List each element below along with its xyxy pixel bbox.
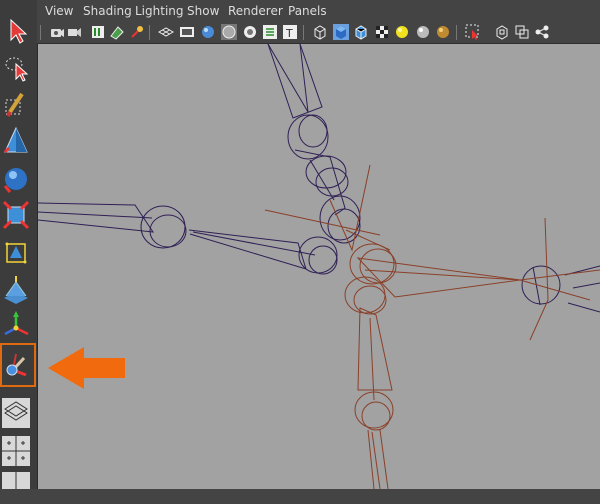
backface-culling-icon[interactable] (534, 24, 550, 40)
menu-panels[interactable]: Panels (288, 4, 327, 18)
menu-show[interactable]: Show (187, 4, 219, 18)
rotate-tool-icon[interactable] (2, 162, 30, 196)
toolbar-separator (149, 25, 150, 40)
callout-arrow (48, 347, 125, 389)
menu-renderer[interactable]: Renderer (228, 4, 283, 18)
panel-menubar: View Shading Lighting Show Renderer Pane… (37, 0, 600, 22)
show-manipulator-icon[interactable] (2, 308, 30, 342)
outliner-layout-icon[interactable] (2, 470, 30, 504)
perspective-viewport[interactable] (38, 44, 600, 489)
toolbar-separator (456, 25, 457, 40)
gate-mask-icon[interactable] (221, 24, 237, 40)
selected-skeleton[interactable] (38, 44, 600, 313)
joint-tool-highlight (0, 343, 36, 387)
menu-lighting[interactable]: Lighting (135, 4, 184, 18)
move-tool-icon[interactable] (2, 124, 30, 158)
wireframe-icon[interactable] (312, 24, 328, 40)
scale-tool-icon[interactable] (2, 198, 30, 232)
toolbox (0, 0, 38, 489)
isolate-select-icon[interactable] (465, 24, 481, 40)
toolbar-separator (303, 25, 304, 40)
camera-attributes-icon[interactable] (67, 24, 83, 40)
resolution-gate-icon[interactable] (200, 24, 216, 40)
universal-manipulator-icon[interactable] (2, 236, 30, 270)
image-plane-icon[interactable] (109, 24, 125, 40)
ambient-occlusion-icon[interactable] (435, 24, 451, 40)
smooth-shade-icon[interactable] (333, 24, 349, 40)
bookmark-icon[interactable] (90, 24, 106, 40)
toolbar-separator (40, 25, 41, 40)
textured-icon[interactable] (374, 24, 390, 40)
use-all-lights-icon[interactable] (394, 24, 410, 40)
menu-shading[interactable]: Shading (83, 4, 132, 18)
wireframe-on-shaded-icon[interactable] (353, 24, 369, 40)
grid-icon[interactable] (157, 24, 175, 40)
film-gate-icon[interactable] (179, 24, 195, 40)
menu-view[interactable]: View (45, 4, 73, 18)
single-perspective-layout-icon[interactable] (2, 396, 30, 430)
safe-title-icon[interactable]: T (282, 24, 298, 40)
2d-pan-zoom-icon[interactable] (129, 24, 145, 40)
xray-icon[interactable] (494, 24, 510, 40)
safe-action-icon[interactable] (262, 24, 278, 40)
field-chart-icon[interactable] (242, 24, 258, 40)
panel-toolbar: T (37, 22, 600, 44)
xray-joints-icon[interactable] (514, 24, 530, 40)
four-view-layout-icon[interactable] (2, 434, 30, 468)
shadows-icon[interactable] (415, 24, 431, 40)
paint-select-tool-icon[interactable] (2, 88, 30, 122)
svg-text:T: T (285, 27, 293, 40)
camera-select-icon[interactable] (49, 24, 65, 40)
lasso-tool-icon[interactable] (2, 50, 30, 84)
unselected-skeleton[interactable] (264, 164, 600, 489)
soft-modification-icon[interactable] (2, 272, 30, 306)
select-tool-icon[interactable] (2, 14, 30, 48)
